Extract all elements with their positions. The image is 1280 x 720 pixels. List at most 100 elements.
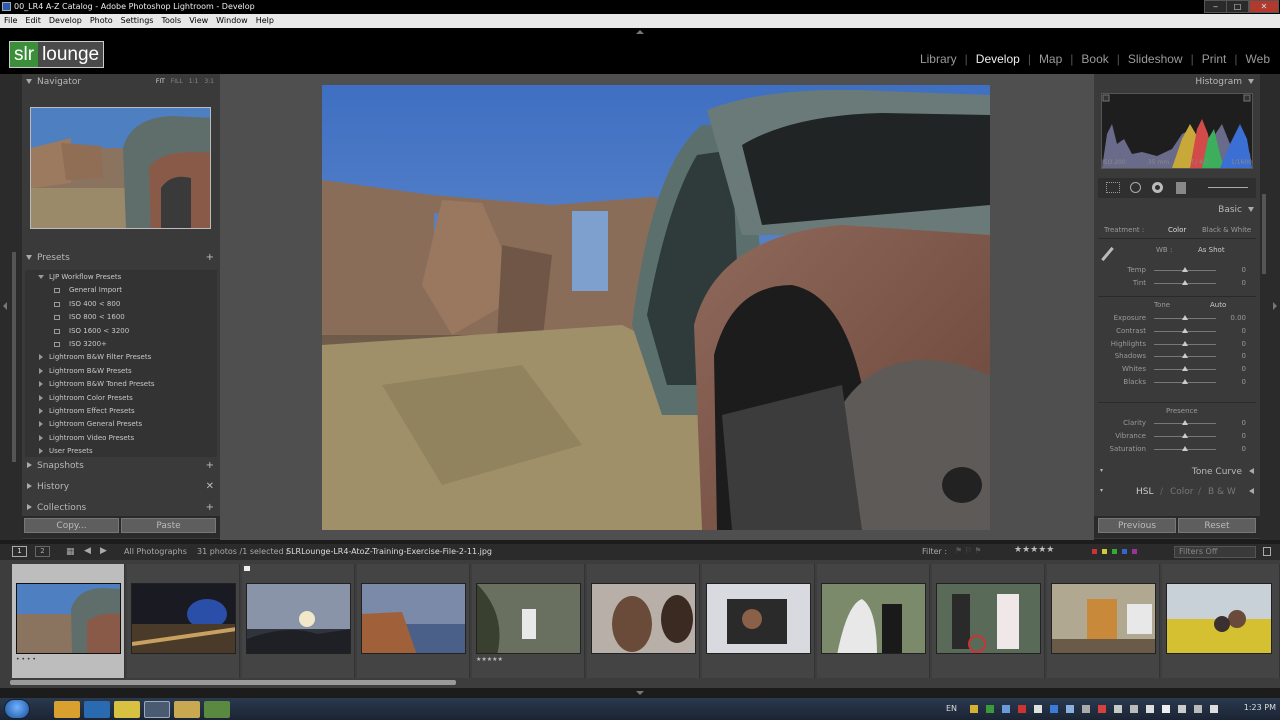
right-panel-toggle-icon[interactable] [1273,302,1277,310]
hsl-header[interactable]: ▾ HSL / Color / B & W [1094,484,1260,502]
slider-knob[interactable] [1182,315,1188,320]
tray-app-icon[interactable] [1050,705,1058,713]
preset-item[interactable]: ISO 3200+ [25,338,217,351]
navigator-header[interactable]: Navigator FIT FILL 1:1 3:1 [22,74,220,92]
slider-value[interactable]: 0 [1242,365,1246,373]
minimize-button[interactable]: ‒ [1204,0,1227,13]
thumb-image[interactable] [1166,583,1272,654]
slider-knob[interactable] [1182,327,1188,333]
forward-arrow-icon[interactable]: ▶ [100,546,107,556]
preset-item[interactable]: ISO 800 < 1600 [25,311,217,324]
collapsed-triangle-icon[interactable] [39,434,43,441]
slider-knob[interactable] [1182,379,1188,384]
preset-folder[interactable]: User Presets [25,445,217,458]
red-eye-icon[interactable] [1152,182,1163,193]
zoom-3-1[interactable]: 3:1 [204,78,214,85]
preset-item[interactable]: ISO 400 < 800 [25,298,217,311]
flag-icon[interactable] [1146,705,1154,713]
battery-icon[interactable] [1194,705,1202,713]
right-edge-bar[interactable] [1260,74,1280,540]
adjustment-slider[interactable] [1154,366,1216,372]
window-1-button[interactable]: 1 [12,546,27,557]
color-label-filter[interactable] [1090,548,1160,556]
folder-taskbar-icon[interactable] [174,701,200,718]
slider-value[interactable]: 0 [1242,279,1246,287]
tray-app-icon[interactable] [1130,705,1138,713]
tone-auto-button[interactable]: Auto [1210,301,1226,309]
thumb-image[interactable] [1051,583,1156,654]
expand-triangle-icon[interactable] [27,504,32,510]
tray-app-icon[interactable] [1002,705,1010,713]
copy-settings-button[interactable]: Copy... [24,518,119,533]
crop-tool-icon[interactable] [1106,182,1120,193]
close-button[interactable]: ✕ [1249,0,1279,13]
tray-app-icon[interactable] [1098,705,1106,713]
left-edge-bar[interactable] [0,74,22,540]
preset-item[interactable]: General Import [25,284,217,297]
chrome-taskbar-icon[interactable] [114,701,140,718]
collapsed-triangle-icon[interactable] [39,394,43,401]
filter-lock-icon[interactable] [1263,547,1271,556]
slider-knob[interactable] [1182,280,1188,285]
collapsed-triangle-icon[interactable] [39,367,43,374]
filmstrip-thumb[interactable] [357,564,470,678]
history-header[interactable]: History ✕ [22,479,220,497]
menu-file[interactable]: File [0,14,21,25]
slider-value[interactable]: 0 [1242,327,1246,335]
collapsed-triangle-icon[interactable] [39,448,43,455]
preset-folder[interactable]: Lightroom B&W Toned Presets [25,378,217,391]
preset-folder[interactable]: Lightroom Color Presets [25,392,217,405]
zoom-1-1[interactable]: 1:1 [189,78,199,85]
slider-knob[interactable] [1182,446,1188,451]
expand-triangle-icon[interactable] [1249,488,1254,494]
filmstrip-thumb[interactable] [1047,564,1160,678]
slider-value[interactable]: 0.00 [1230,314,1246,322]
basic-header[interactable]: Basic [1094,202,1260,220]
top-panel-toggle-icon[interactable] [636,30,644,34]
wb-select[interactable]: As Shot [1198,246,1225,254]
navigator-preview[interactable] [30,107,211,229]
treatment-bw-option[interactable]: Black & White [1202,226,1251,234]
slider-knob[interactable] [1182,366,1188,372]
expand-triangle-icon[interactable] [27,483,32,489]
tray-warning-icon[interactable] [970,705,978,713]
tray-app-icon[interactable] [1034,705,1042,713]
network-icon[interactable] [1114,705,1122,713]
filmstrip-thumb[interactable]: • • • • [12,564,125,678]
module-print[interactable]: Print [1194,52,1227,66]
left-scrollbar[interactable] [12,252,16,462]
add-preset-icon[interactable]: + [206,252,214,263]
tray-app-icon[interactable] [1018,705,1026,713]
filmstrip-thumb[interactable] [1162,564,1280,678]
filmstrip-thumb[interactable] [817,564,930,678]
paste-settings-button[interactable]: Paste [121,518,216,533]
menu-settings[interactable]: Settings [117,14,158,25]
maximize-button[interactable]: □ [1226,0,1249,13]
expanded-triangle-icon[interactable] [38,275,44,279]
menu-edit[interactable]: Edit [21,14,45,25]
slider-knob[interactable] [1182,420,1188,425]
volume-icon[interactable] [1210,705,1218,713]
collapsed-triangle-icon[interactable] [39,408,43,414]
tone-curve-header[interactable]: ▾ Tone Curve [1094,464,1260,482]
preset-folder[interactable]: LJP Workflow Presets [25,271,217,284]
tray-app-icon[interactable] [1082,705,1090,713]
adjustment-slider[interactable] [1154,327,1216,333]
filmstrip-thumb[interactable] [702,564,815,678]
module-develop[interactable]: Develop [968,52,1020,66]
monitor-icon[interactable] [1178,705,1186,713]
lightroom-taskbar-icon[interactable] [144,701,170,718]
adjustment-slider[interactable] [1154,280,1216,285]
adjustment-slider[interactable] [1154,340,1216,346]
slider-knob[interactable] [1182,353,1188,359]
collapse-triangle-icon[interactable] [1248,207,1254,212]
snapshots-header[interactable]: Snapshots + [22,458,220,476]
histogram-graph[interactable] [1101,93,1253,169]
thumb-image[interactable] [246,583,351,654]
filter-select[interactable]: Filters Off [1174,546,1256,558]
bottom-panel-toggle-icon[interactable] [636,691,644,695]
collapsed-triangle-icon[interactable] [39,381,43,388]
filmstrip-thumb[interactable] [242,564,355,678]
preset-item[interactable]: ISO 1600 < 3200 [25,325,217,338]
module-book[interactable]: Book [1073,52,1108,66]
